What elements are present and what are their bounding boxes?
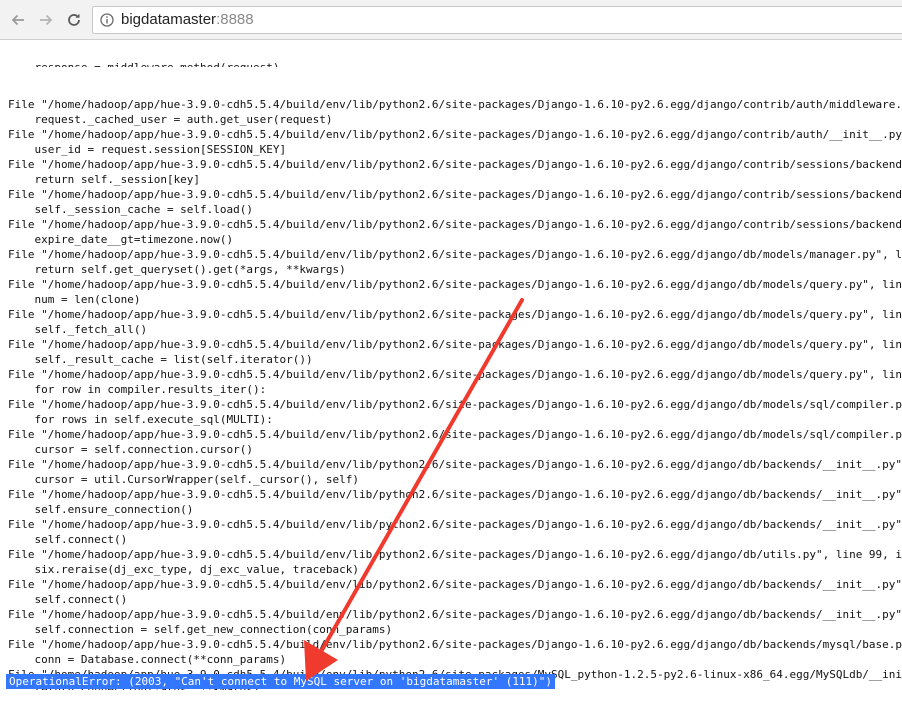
traceback-file-line: File "/home/hadoop/app/hue-3.9.0-cdh5.5.… bbox=[8, 368, 902, 381]
traceback-code-line: for rows in self.execute_sql(MULTI): bbox=[8, 413, 273, 426]
forward-button[interactable] bbox=[34, 8, 58, 32]
url-host: bigdatamaster bbox=[121, 11, 217, 28]
traceback-code-line: self._result_cache = list(self.iterator(… bbox=[8, 353, 313, 366]
traceback-file-line: File "/home/hadoop/app/hue-3.9.0-cdh5.5.… bbox=[8, 308, 902, 321]
traceback-file-line: File "/home/hadoop/app/hue-3.9.0-cdh5.5.… bbox=[8, 578, 902, 591]
browser-toolbar: bigdatamaster:8888 bbox=[0, 0, 902, 40]
traceback-code-line: for row in compiler.results_iter(): bbox=[8, 383, 267, 396]
traceback-code-line: user_id = request.session[SESSION_KEY] bbox=[8, 143, 287, 156]
traceback-file-line: File "/home/hadoop/app/hue-3.9.0-cdh5.5.… bbox=[8, 188, 902, 201]
traceback-code-line: request._cached_user = auth.get_user(req… bbox=[8, 113, 333, 126]
traceback-file-line: File "/home/hadoop/app/hue-3.9.0-cdh5.5.… bbox=[8, 428, 902, 441]
url-text[interactable]: bigdatamaster:8888 bbox=[121, 11, 254, 29]
traceback-code-line: self._session_cache = self.load() bbox=[8, 203, 254, 216]
traceback-line-partial: response = middleware_method(request) bbox=[8, 60, 902, 67]
traceback-code-line: num = len(clone) bbox=[8, 293, 141, 306]
traceback-code-line: conn = Database.connect(**conn_params) bbox=[8, 653, 287, 666]
traceback-code-line: self._fetch_all() bbox=[8, 323, 148, 336]
traceback-code-line: self.connection = self.get_new_connectio… bbox=[8, 623, 393, 636]
arrow-right-icon bbox=[40, 14, 53, 26]
traceback-text: response = middleware_method(request) Fi… bbox=[8, 38, 902, 690]
error-message-highlighted: OperationalError: (2003, "Can't connect … bbox=[6, 674, 556, 689]
traceback-code-line: cursor = util.CursorWrapper(self._cursor… bbox=[8, 473, 359, 486]
traceback-file-line: File "/home/hadoop/app/hue-3.9.0-cdh5.5.… bbox=[8, 608, 902, 621]
traceback-file-line: File "/home/hadoop/app/hue-3.9.0-cdh5.5.… bbox=[8, 638, 902, 651]
reload-icon bbox=[68, 13, 80, 26]
traceback-code-line: six.reraise(dj_exc_type, dj_exc_value, t… bbox=[8, 563, 359, 576]
traceback-file-line: File "/home/hadoop/app/hue-3.9.0-cdh5.5.… bbox=[8, 458, 902, 471]
traceback-file-line: File "/home/hadoop/app/hue-3.9.0-cdh5.5.… bbox=[8, 278, 902, 291]
traceback-file-line: File "/home/hadoop/app/hue-3.9.0-cdh5.5.… bbox=[8, 518, 902, 531]
traceback-file-line: File "/home/hadoop/app/hue-3.9.0-cdh5.5.… bbox=[8, 158, 902, 171]
info-circle-icon bbox=[100, 13, 114, 27]
traceback-file-line: File "/home/hadoop/app/hue-3.9.0-cdh5.5.… bbox=[8, 128, 902, 141]
traceback-code-line: self.ensure_connection() bbox=[8, 503, 194, 516]
back-button[interactable] bbox=[6, 8, 30, 32]
traceback-file-line: File "/home/hadoop/app/hue-3.9.0-cdh5.5.… bbox=[8, 248, 902, 261]
traceback-file-line: File "/home/hadoop/app/hue-3.9.0-cdh5.5.… bbox=[8, 398, 902, 411]
traceback-code-line: self.connect() bbox=[8, 593, 128, 606]
address-bar[interactable]: bigdatamaster:8888 bbox=[92, 6, 902, 34]
traceback-code-line: self.connect() bbox=[8, 533, 128, 546]
traceback-code-line: return self.get_queryset().get(*args, **… bbox=[8, 263, 346, 276]
reload-button[interactable] bbox=[62, 8, 86, 32]
traceback-code-line: cursor = self.connection.cursor() bbox=[8, 443, 254, 456]
arrow-left-icon bbox=[11, 14, 24, 26]
traceback-code-line: return self._session[key] bbox=[8, 173, 201, 186]
traceback-file-line: File "/home/hadoop/app/hue-3.9.0-cdh5.5.… bbox=[8, 488, 902, 501]
traceback-file-line: File "/home/hadoop/app/hue-3.9.0-cdh5.5.… bbox=[8, 98, 902, 111]
traceback-lines: File "/home/hadoop/app/hue-3.9.0-cdh5.5.… bbox=[8, 97, 902, 690]
traceback-file-line: File "/home/hadoop/app/hue-3.9.0-cdh5.5.… bbox=[8, 338, 902, 351]
traceback-file-line: File "/home/hadoop/app/hue-3.9.0-cdh5.5.… bbox=[8, 548, 902, 561]
url-port: :8888 bbox=[216, 11, 254, 28]
traceback-file-line: File "/home/hadoop/app/hue-3.9.0-cdh5.5.… bbox=[8, 218, 902, 231]
traceback-code-line: expire_date__gt=timezone.now() bbox=[8, 233, 234, 246]
